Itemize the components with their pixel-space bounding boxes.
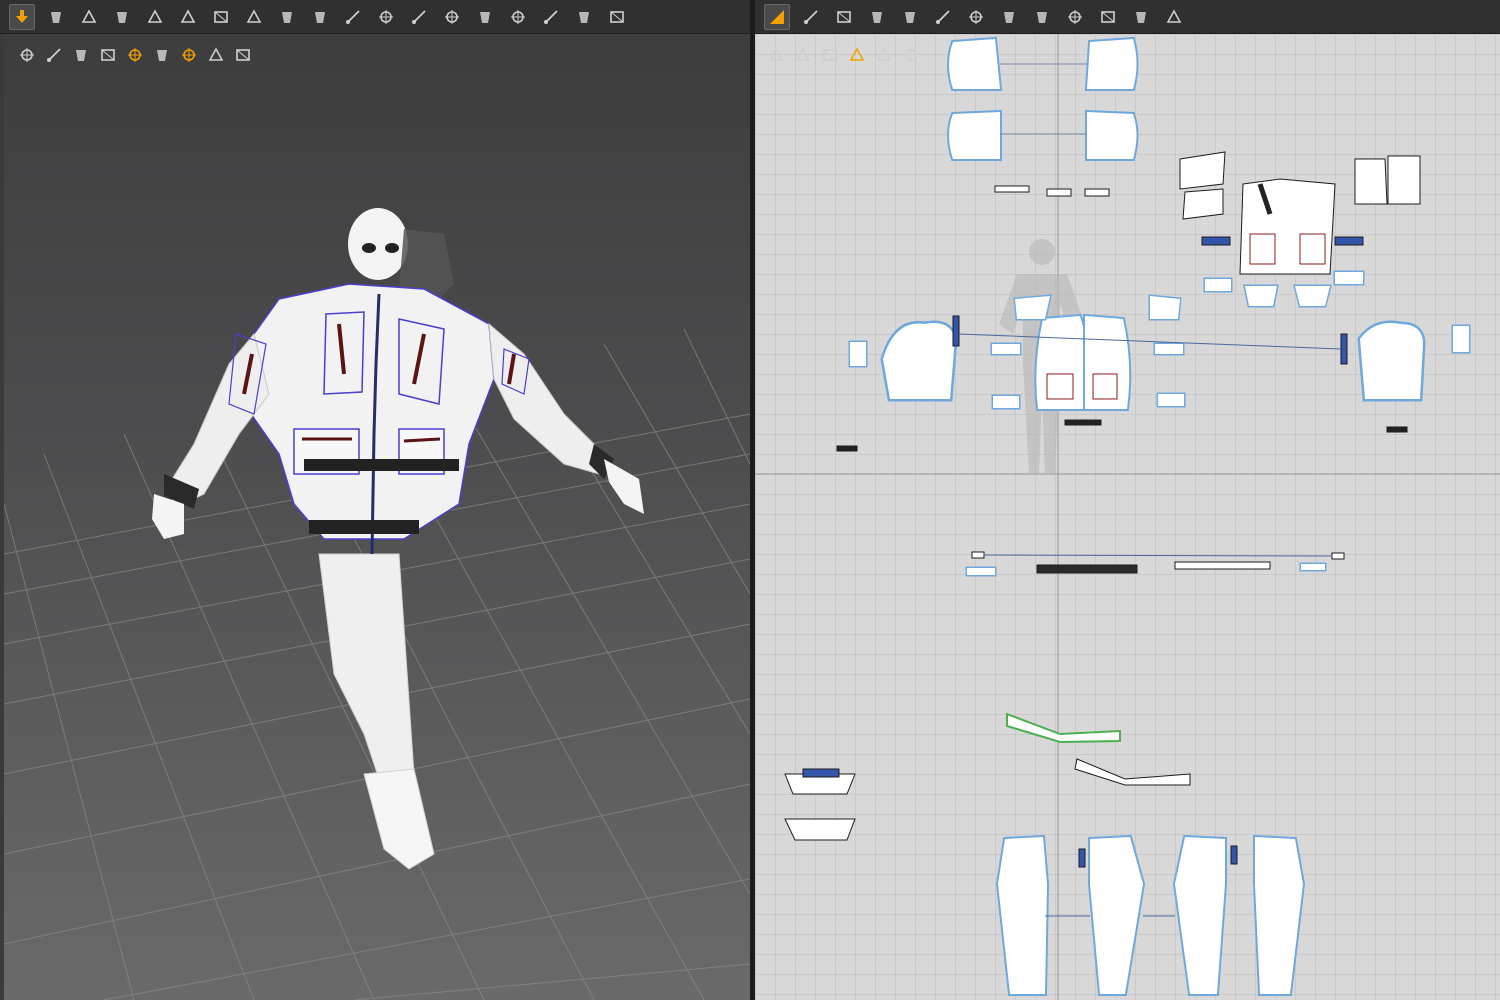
transform-icon[interactable] <box>374 5 398 29</box>
arrangement-point-icon[interactable] <box>242 5 266 29</box>
internal-line-icon[interactable] <box>898 5 922 29</box>
stitch-icon[interactable] <box>506 5 530 29</box>
segment-sewing-icon[interactable] <box>931 5 955 29</box>
light-icon[interactable] <box>151 44 172 65</box>
pattern-collar[interactable] <box>784 712 1191 841</box>
info-icon[interactable] <box>819 44 840 65</box>
select-mesh-icon[interactable] <box>275 5 299 29</box>
pattern-pieces[interactable] <box>784 36 1471 996</box>
scene-3d-canvas <box>3 208 750 1000</box>
measure-icon[interactable] <box>341 5 365 29</box>
fabric-render-icon[interactable] <box>70 44 91 65</box>
pattern-canvas-svg <box>755 34 1500 1000</box>
pattern-color-icon[interactable] <box>846 44 867 65</box>
transform-pattern-icon[interactable] <box>764 3 790 30</box>
avatar-display-icon[interactable] <box>97 44 118 65</box>
viewport-2d[interactable] <box>755 0 1500 1000</box>
display-options-2d <box>765 44 921 65</box>
fold-icon[interactable] <box>1030 5 1054 29</box>
pattern-pants[interactable] <box>995 834 1306 996</box>
display-options-3d <box>16 44 253 65</box>
trace-icon[interactable] <box>997 5 1021 29</box>
fold-arrangement-icon[interactable] <box>110 5 134 29</box>
export-icon[interactable] <box>232 44 253 65</box>
show-avatar-icon[interactable] <box>16 44 37 65</box>
tack-icon[interactable] <box>209 5 233 29</box>
scene-3d[interactable] <box>3 34 750 1000</box>
select-move-icon[interactable] <box>44 5 68 29</box>
texture-grid-icon[interactable] <box>308 5 332 29</box>
texture-icon[interactable] <box>205 44 226 65</box>
pattern-hood-pieces[interactable] <box>947 36 1139 161</box>
avatar-silhouette-icon[interactable] <box>873 44 894 65</box>
create-polygon-icon[interactable] <box>832 5 856 29</box>
grid-pattern-icon[interactable] <box>964 5 988 29</box>
show-garment-icon[interactable] <box>43 44 64 65</box>
edit-point-icon[interactable] <box>799 5 823 29</box>
shrink-icon[interactable] <box>473 5 497 29</box>
pattern-waistband[interactable] <box>965 551 1345 577</box>
pattern-canvas[interactable] <box>755 34 1500 1000</box>
run-avatar-icon[interactable] <box>605 5 629 29</box>
pattern-jacket-body[interactable] <box>990 294 1186 426</box>
seam-taping-icon[interactable] <box>1063 5 1087 29</box>
garment-fit-icon[interactable] <box>440 5 464 29</box>
viewport-3d[interactable] <box>0 0 750 1000</box>
edit-pattern-icon[interactable] <box>77 5 101 29</box>
avatar-figure[interactable] <box>152 208 644 870</box>
cut-icon[interactable] <box>1129 5 1153 29</box>
gizmo-icon[interactable] <box>176 5 200 29</box>
topstitch-icon[interactable] <box>1096 5 1120 29</box>
simulate-icon[interactable] <box>9 3 35 30</box>
brush-icon[interactable] <box>572 5 596 29</box>
pattern-face-icon[interactable] <box>124 44 145 65</box>
toolbar-3d <box>0 0 750 34</box>
create-rectangle-icon[interactable] <box>865 5 889 29</box>
pattern-sleeves[interactable] <box>836 315 1471 452</box>
toolbar-2d <box>755 0 1500 34</box>
skin-icon[interactable] <box>178 44 199 65</box>
garment-icon[interactable] <box>1162 5 1186 29</box>
sewing-display-icon[interactable] <box>792 44 813 65</box>
pattern-edit-icon[interactable] <box>765 44 786 65</box>
pose-icon[interactable] <box>539 5 563 29</box>
pattern-vest-pieces[interactable] <box>1179 151 1421 308</box>
avatar-pin-icon[interactable] <box>407 5 431 29</box>
edit-pin-icon[interactable] <box>143 5 167 29</box>
export-pattern-icon[interactable] <box>900 44 921 65</box>
